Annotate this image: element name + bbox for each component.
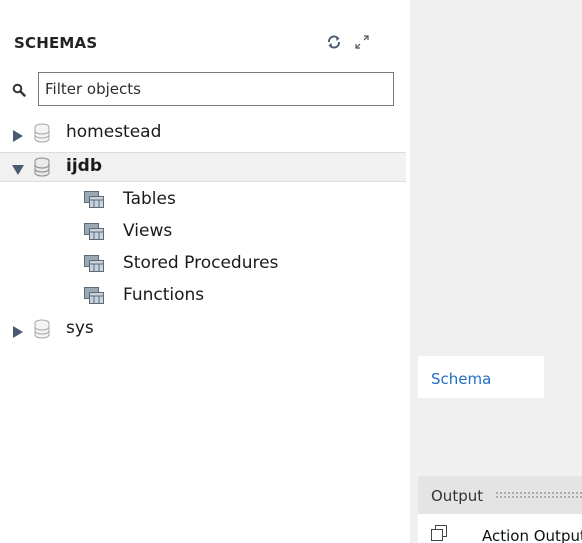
output-type-selector[interactable]: Action Output: [482, 527, 582, 543]
functions-folder-icon: [84, 287, 104, 305]
schema-navigator: SCHEMAS Filter objects homestead ijdb Ta…: [0, 0, 410, 543]
tab-schema[interactable]: Schema: [418, 356, 544, 398]
collapse-arrow-icon[interactable]: [12, 161, 24, 175]
output-title: Output: [431, 487, 484, 505]
tree-item-ijdb[interactable]: ijdb: [0, 152, 406, 182]
editor-area: [410, 0, 582, 543]
database-icon: [34, 319, 50, 339]
tree-item-tables[interactable]: Tables: [0, 185, 410, 215]
tree-item-stored-procedures[interactable]: Stored Procedures: [0, 249, 410, 279]
tree-item-sys[interactable]: sys: [0, 314, 410, 344]
database-icon: [34, 157, 50, 177]
header-icons: [326, 34, 370, 50]
tree-item-label: Functions: [123, 285, 205, 305]
tree-item-label: homestead: [66, 122, 162, 142]
tree-item-homestead[interactable]: homestead: [0, 118, 410, 148]
tree-item-functions[interactable]: Functions: [0, 281, 410, 311]
refresh-icon[interactable]: [326, 34, 342, 50]
tables-folder-icon: [84, 191, 104, 209]
filter-row: [12, 72, 394, 106]
tree-item-views[interactable]: Views: [0, 217, 410, 247]
stored-procedures-folder-icon: [84, 255, 104, 273]
tree-item-label: Views: [123, 221, 173, 241]
copy-icon[interactable]: [430, 524, 448, 543]
filter-objects-input[interactable]: [38, 72, 394, 106]
database-icon: [34, 123, 50, 143]
views-folder-icon: [84, 223, 104, 241]
output-drag-handle[interactable]: [495, 491, 582, 499]
expand-icon[interactable]: [354, 34, 370, 50]
search-icon: [12, 82, 26, 97]
expand-arrow-icon[interactable]: [12, 127, 24, 142]
expand-arrow-icon[interactable]: [12, 323, 24, 338]
schemas-header: SCHEMAS: [14, 34, 98, 52]
output-panel: Action Output: [418, 514, 582, 543]
output-panel-header: Output: [418, 476, 582, 514]
tree-item-label: Stored Procedures: [123, 253, 279, 273]
tree-item-label: Tables: [123, 189, 176, 209]
tree-item-label: ijdb: [66, 156, 102, 176]
tree-item-label: sys: [66, 318, 94, 338]
